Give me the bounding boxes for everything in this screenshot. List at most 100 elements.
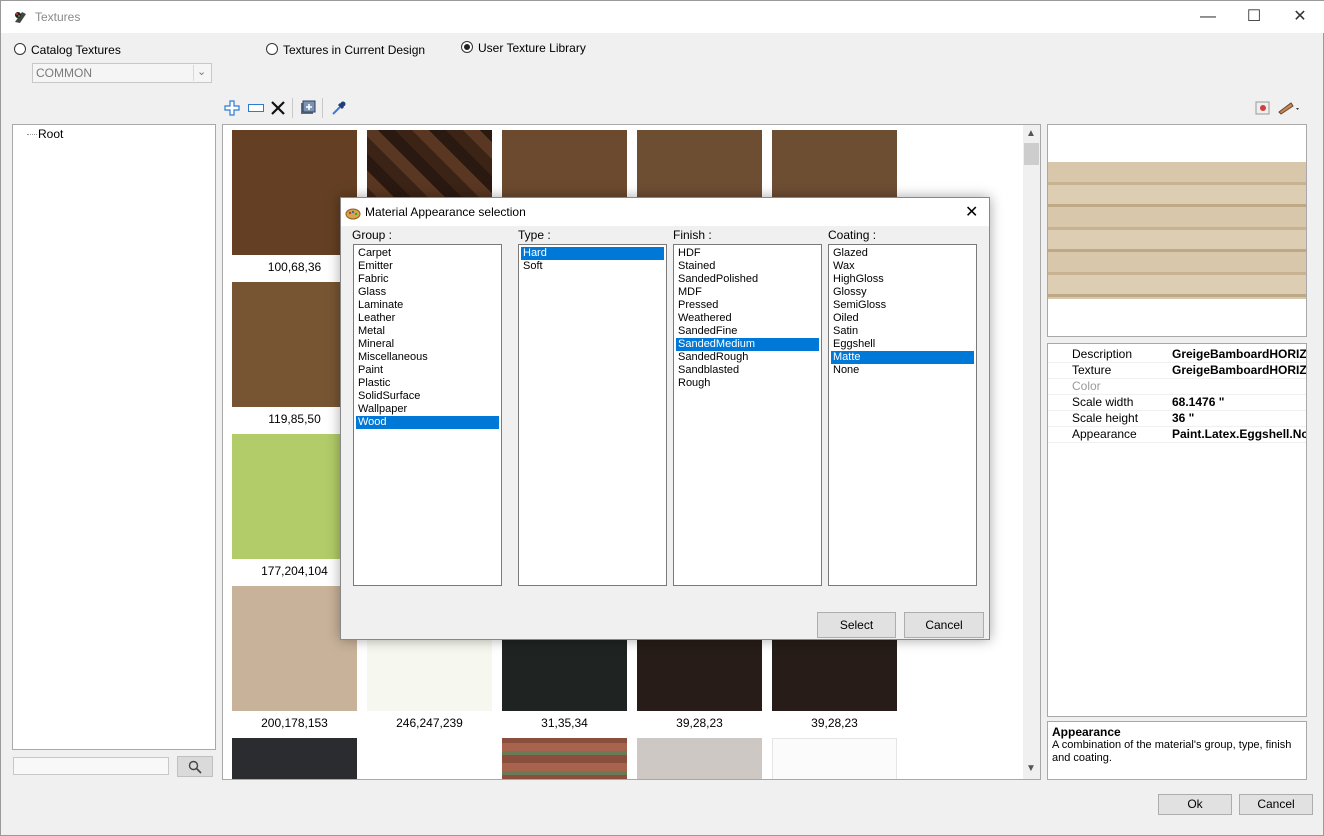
texture-tile[interactable] — [232, 738, 357, 779]
property-row[interactable]: Texture GreigeBamboardHORIZ — [1048, 362, 1306, 379]
grid-scrollbar[interactable]: ▲ ▼ — [1023, 125, 1040, 779]
list-item[interactable]: Eggshell — [831, 338, 974, 351]
list-item[interactable]: MDF — [676, 286, 819, 299]
search-button[interactable] — [177, 756, 213, 777]
list-item[interactable]: Oiled — [831, 312, 974, 325]
list-item[interactable]: Mineral — [356, 338, 499, 351]
texture-tile-pattern[interactable] — [367, 738, 492, 779]
radio-textures-current-design-label[interactable]: Textures in Current Design — [283, 43, 425, 57]
group-list[interactable]: Carpet Emitter Fabric Glass Laminate Leather M… — [353, 244, 502, 586]
dialog-cancel-button[interactable]: Cancel — [904, 612, 984, 638]
property-row[interactable]: Appearance Paint.Latex.Eggshell.No — [1048, 426, 1306, 443]
list-item[interactable]: Miscellaneous — [356, 351, 499, 364]
combo-divider — [193, 65, 194, 81]
group-label: Group : — [352, 228, 393, 242]
list-item[interactable]: Satin — [831, 325, 974, 338]
property-name: Color — [1072, 379, 1101, 393]
close-window-button[interactable]: ✕ — [1277, 1, 1323, 33]
finish-list[interactable]: HDF Stained SandedPolished MDF Pressed Weathe… — [673, 244, 822, 586]
toolbar-separator — [322, 98, 323, 118]
list-item[interactable]: HDF — [676, 247, 819, 260]
texture-tile[interactable] — [637, 738, 762, 779]
add-icon[interactable] — [223, 99, 241, 117]
search-input[interactable] — [13, 757, 169, 775]
list-item[interactable]: Weathered — [676, 312, 819, 325]
radio-catalog-textures[interactable] — [14, 43, 26, 55]
scroll-down-icon[interactable]: ▼ — [1023, 763, 1039, 774]
picture-icon[interactable] — [1254, 99, 1272, 117]
texture-tile-label: 200,178,153 — [261, 716, 328, 730]
property-row[interactable]: Color — [1048, 378, 1306, 395]
list-item[interactable]: SandedRough — [676, 351, 819, 364]
list-item[interactable]: Glazed — [831, 247, 974, 260]
radio-user-texture-library[interactable] — [461, 41, 473, 53]
list-item[interactable]: Hard — [521, 247, 664, 260]
list-item[interactable]: SandedMedium — [676, 338, 819, 351]
list-item[interactable]: Pressed — [676, 299, 819, 312]
texture-tile[interactable] — [232, 282, 357, 407]
list-item[interactable]: Glass — [356, 286, 499, 299]
close-icon[interactable]: ✕ — [965, 202, 978, 222]
wood-preview-image — [1048, 162, 1306, 299]
measure-icon[interactable] — [1277, 99, 1303, 117]
catalog-combo[interactable]: COMMON ⌄ — [32, 63, 212, 83]
texture-tile[interactable] — [772, 738, 897, 779]
tree-node-root[interactable]: Root — [38, 127, 63, 141]
chevron-down-icon[interactable]: ⌄ — [197, 65, 206, 78]
type-list[interactable]: Hard Soft — [518, 244, 667, 586]
eyedropper-icon[interactable] — [330, 99, 348, 117]
footer-cancel-button[interactable]: Cancel — [1239, 794, 1313, 815]
tree-connector — [27, 134, 37, 135]
list-item[interactable]: Carpet — [356, 247, 499, 260]
texture-tile[interactable] — [232, 130, 357, 255]
radio-user-texture-library-label[interactable]: User Texture Library — [478, 41, 586, 55]
import-icon[interactable] — [299, 99, 317, 117]
delete-icon[interactable] — [269, 99, 287, 117]
property-value: GreigeBamboardHORIZ — [1172, 347, 1306, 361]
property-row[interactable]: Scale height 36 " — [1048, 410, 1306, 427]
list-item[interactable]: None — [831, 364, 974, 377]
scroll-thumb[interactable] — [1024, 143, 1039, 165]
list-item[interactable]: Soft — [521, 260, 664, 273]
list-item[interactable]: Wallpaper — [356, 403, 499, 416]
texture-tile[interactable] — [232, 586, 357, 711]
list-item[interactable]: Stained — [676, 260, 819, 273]
minimize-button[interactable]: — — [1185, 1, 1231, 33]
property-row[interactable]: Description GreigeBamboardHORIZ — [1048, 346, 1306, 363]
radio-catalog-textures-label[interactable]: Catalog Textures — [31, 43, 121, 57]
select-button[interactable]: Select — [817, 612, 896, 638]
list-item[interactable]: SandedPolished — [676, 273, 819, 286]
list-item[interactable]: Sandblasted — [676, 364, 819, 377]
scroll-up-icon[interactable]: ▲ — [1023, 128, 1039, 139]
property-value: 68.1476 " — [1172, 395, 1225, 409]
list-item[interactable]: Metal — [356, 325, 499, 338]
coating-list[interactable]: Glazed Wax HighGloss Glossy SemiGloss Oiled Sa… — [828, 244, 977, 586]
list-item[interactable]: Laminate — [356, 299, 499, 312]
ok-button[interactable]: Ok — [1158, 794, 1232, 815]
list-item[interactable]: Glossy — [831, 286, 974, 299]
list-item[interactable]: Fabric — [356, 273, 499, 286]
list-item[interactable]: Paint — [356, 364, 499, 377]
list-item[interactable]: Wood — [356, 416, 499, 429]
list-item[interactable]: Matte — [831, 351, 974, 364]
list-item[interactable]: SolidSurface — [356, 390, 499, 403]
list-item[interactable]: SandedFine — [676, 325, 819, 338]
property-row[interactable]: Scale width 68.1476 " — [1048, 394, 1306, 411]
rename-icon[interactable] — [247, 99, 265, 117]
radio-textures-current-design[interactable] — [266, 43, 278, 55]
list-item[interactable]: HighGloss — [831, 273, 974, 286]
list-item[interactable]: Leather — [356, 312, 499, 325]
list-item[interactable]: Wax — [831, 260, 974, 273]
property-name: Appearance — [1072, 427, 1137, 441]
property-value: Paint.Latex.Eggshell.No — [1172, 427, 1306, 441]
texture-tile-brick[interactable] — [502, 738, 627, 779]
list-item[interactable]: Rough — [676, 377, 819, 390]
list-item[interactable]: Emitter — [356, 260, 499, 273]
texture-tile[interactable] — [232, 434, 357, 559]
list-item[interactable]: Plastic — [356, 377, 499, 390]
texture-tile-label: 177,204,104 — [261, 564, 328, 578]
list-item[interactable]: SemiGloss — [831, 299, 974, 312]
maximize-button[interactable]: ☐ — [1231, 1, 1277, 33]
property-help: Appearance A combination of the material… — [1047, 721, 1307, 780]
textures-window: Textures — ☐ ✕ Catalog Textures Textures… — [0, 0, 1324, 836]
